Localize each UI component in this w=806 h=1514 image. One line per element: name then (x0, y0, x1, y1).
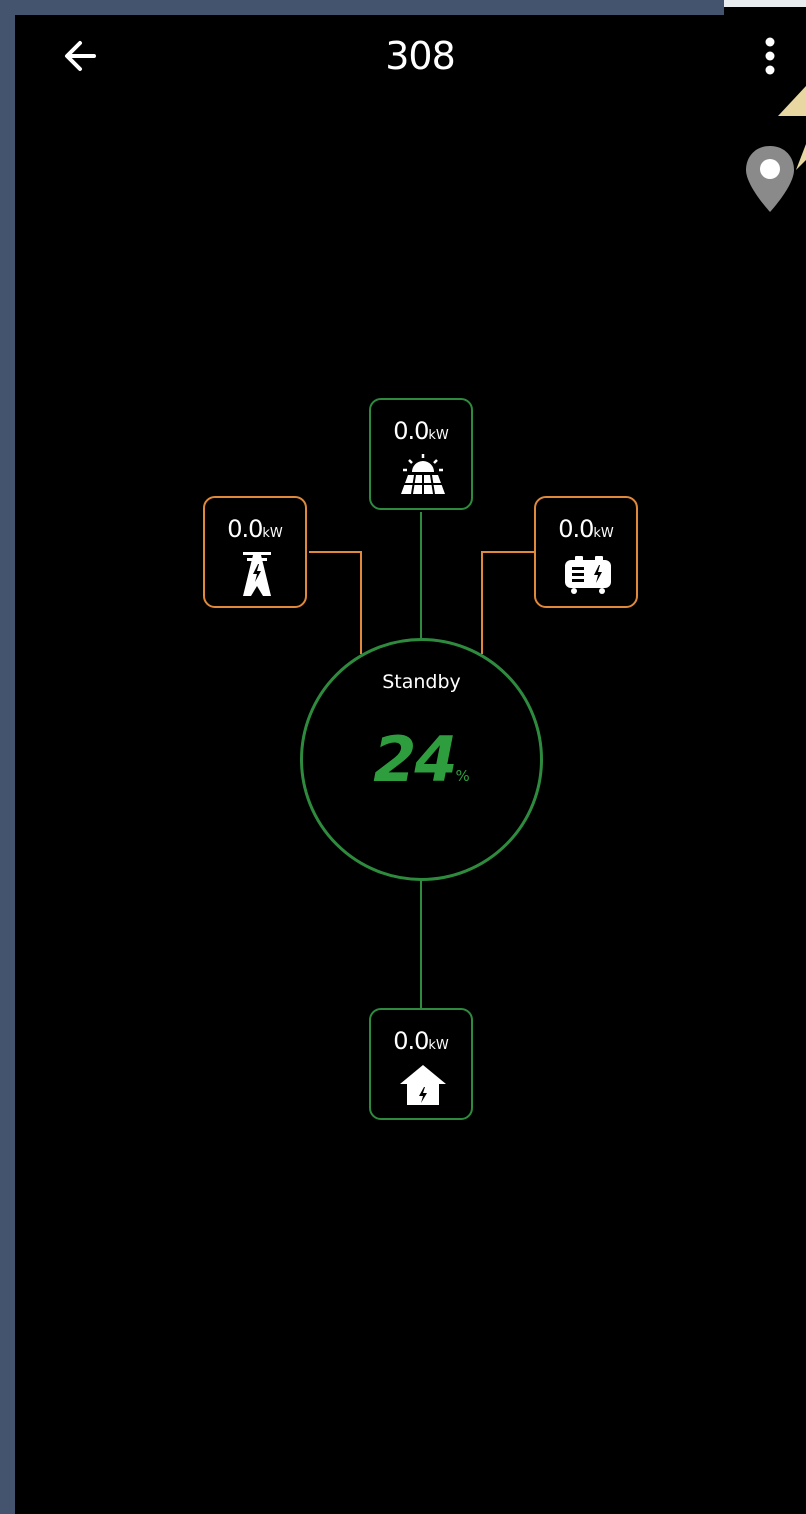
generator-power-unit: kW (593, 526, 614, 541)
generator-icon (565, 556, 611, 594)
battery-soc-unit: % (455, 767, 470, 785)
solar-panel-icon (401, 454, 445, 495)
page-title: 308 (385, 34, 456, 78)
solar-node[interactable]: 0.0kW (369, 398, 473, 510)
load-node[interactable]: 0.0kW (369, 1008, 473, 1120)
grid-flow-line (309, 551, 362, 654)
arrow-left-icon (65, 41, 96, 71)
load-power-value: 0.0kW (371, 1026, 471, 1061)
generator-power-value: 0.0kW (536, 514, 636, 549)
location-pin-icon (746, 146, 794, 212)
battery-soc: 24% (303, 723, 540, 796)
battery-soc-value: 24 (373, 723, 457, 796)
grid-node[interactable]: 0.0kW (203, 496, 307, 608)
battery-status-label: Standby (382, 671, 461, 693)
solar-power-number: 0.0 (393, 417, 429, 445)
power-tower-icon (243, 552, 271, 596)
back-button[interactable] (52, 28, 108, 84)
grid-power-number: 0.0 (227, 515, 263, 543)
battery-status-circle[interactable]: Standby 24% (300, 638, 543, 881)
grid-power-value: 0.0kW (205, 514, 305, 549)
map-marker-button[interactable] (744, 144, 796, 214)
home-icon (400, 1065, 446, 1105)
solar-power-unit: kW (428, 428, 449, 443)
grid-power-unit: kW (262, 526, 283, 541)
generator-flow-line (481, 551, 534, 654)
generator-power-number: 0.0 (558, 515, 594, 543)
load-power-number: 0.0 (393, 1027, 429, 1055)
load-power-unit: kW (428, 1038, 449, 1053)
solar-power-value: 0.0kW (371, 416, 471, 451)
app-screen: 308 0.0kW 0.0kW 0.0kW Standby 24% 0.0kW (0, 0, 806, 1514)
generator-node[interactable]: 0.0kW (534, 496, 638, 608)
